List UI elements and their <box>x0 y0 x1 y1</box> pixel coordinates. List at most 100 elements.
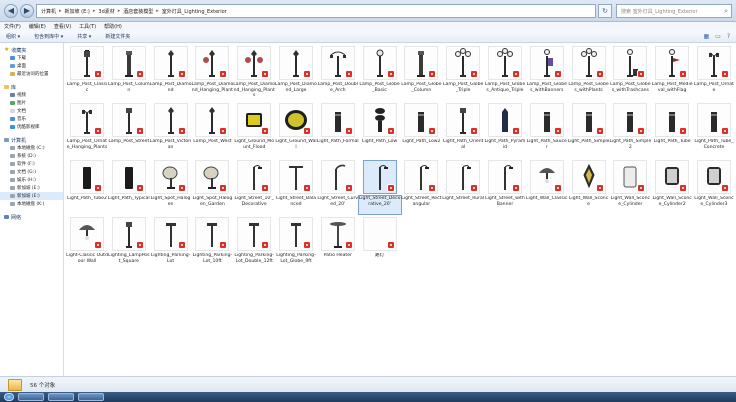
file-item[interactable]: Light_Path_Formal <box>317 102 359 159</box>
file-item[interactable]: Light_Path_Oriental <box>442 102 484 159</box>
file-item[interactable]: Light_Ground_Wall <box>275 102 317 159</box>
view-options-icon[interactable]: ▦ <box>703 33 709 40</box>
taskbar-item[interactable] <box>48 393 74 401</box>
file-item[interactable]: Lamp_Post_West <box>191 102 233 159</box>
preview-pane-icon[interactable]: ▭ <box>715 33 721 40</box>
sidebar-item-videos[interactable]: 视频 <box>0 91 63 99</box>
file-item[interactable]: Lamp_Post_Globes_Antique_Triple <box>484 45 526 102</box>
help-icon[interactable]: ? <box>727 33 730 40</box>
file-item[interactable]: Lamp_Post_Globe_Triple <box>442 45 484 102</box>
file-item[interactable]: Lamp_Post_Globes_withBanners <box>526 45 568 102</box>
include-in-library-button[interactable]: 包含到库中 ▾ <box>34 33 63 40</box>
file-item[interactable]: Light_Path_Saucer <box>526 102 568 159</box>
file-item[interactable]: Lamp_Post_Double_Arch <box>317 45 359 102</box>
file-item[interactable]: Lamp_Post_Diamond_Hanging_Plant <box>191 45 233 102</box>
file-item[interactable]: Lamp_Post_Globes_withTrashcans <box>609 45 651 102</box>
new-folder-button[interactable]: 新建文件夹 <box>105 33 130 40</box>
file-item[interactable]: Light_Path_Tube <box>651 102 693 159</box>
menu-file[interactable]: 文件(F) <box>4 23 21 30</box>
file-item[interactable]: Lamp_Post_Medieval_withFlag <box>651 45 693 102</box>
file-item[interactable]: Light_Path_Tube_Concrete <box>693 102 735 159</box>
sidebar-item-drive-e-selected[interactable]: 新加坡 (E:) <box>0 192 63 200</box>
file-item[interactable]: Lamp_Post_Diamond <box>150 45 192 102</box>
file-item[interactable]: Light_Path_Low <box>359 102 401 159</box>
sidebar-network[interactable]: 网络 <box>0 213 63 221</box>
file-item[interactable]: Light_Street_withBanner <box>484 159 526 216</box>
file-item[interactable]: Lighting_Parking-Lot_Globe_9ft <box>275 216 317 273</box>
file-item[interactable]: Light_Street_10'_Decorative <box>233 159 275 216</box>
sidebar-item-drive-h[interactable]: 娱乐 (H:) <box>0 176 63 184</box>
file-item[interactable]: Patio Heater <box>317 216 359 273</box>
file-item[interactable]: Light_Street_Rural <box>442 159 484 216</box>
file-item[interactable]: Lighting_Parking-Lot_Double_12ft <box>233 216 275 273</box>
breadcrumb-1[interactable]: 新加坡 (E:) <box>65 8 90 15</box>
file-item[interactable]: Lighting_LampPost_Square <box>108 216 150 273</box>
file-item[interactable]: Light_Wall_Sconce_Cylinder2 <box>651 159 693 216</box>
sidebar-computer[interactable]: 计算机 <box>0 136 63 144</box>
file-item[interactable]: Light_Path_Typical <box>108 159 150 216</box>
file-item[interactable]: Light_Street_Rectangular <box>400 159 442 216</box>
refresh-icon[interactable]: ↻ <box>598 4 612 18</box>
sidebar-item-pictures[interactable]: 图片 <box>0 99 63 107</box>
organize-button[interactable]: 组织 ▾ <box>6 33 20 40</box>
sidebar-item-desktop[interactable]: 桌面 <box>0 62 63 70</box>
address-bar[interactable]: 计算机 ▸ 新加坡 (E:) ▸ 3d素材 ▸ 酒店套装模型 ▸ 室外灯具_Li… <box>36 4 596 18</box>
file-item[interactable]: Light-Classic Outdoor Wall <box>66 216 108 273</box>
taskbar-item[interactable] <box>18 393 44 401</box>
sidebar-item-documents[interactable]: 文档 <box>0 107 63 115</box>
file-item[interactable]: Lamp_Post_Street <box>108 102 150 159</box>
sidebar-favorites[interactable]: ★ 收藏夹 <box>0 46 63 54</box>
menu-tools[interactable]: 工具(T) <box>79 23 96 30</box>
sidebar-item-drive-k[interactable]: 本地磁盘 (K:) <box>0 200 63 208</box>
file-item[interactable]: Light_Spot_Halogen_Garden <box>191 159 233 216</box>
sidebar-item-drive-e[interactable]: 新加坡 (E:) <box>0 184 63 192</box>
forward-button[interactable]: ▶ <box>20 4 34 18</box>
file-item[interactable]: Light_Street_Decorative_20' <box>357 159 402 216</box>
breadcrumb-2[interactable]: 3d素材 <box>98 8 114 15</box>
search-input[interactable]: 搜索 室外灯具_Lighting_Exterior ⌕ <box>616 4 732 18</box>
file-item[interactable]: Light_Path_Tube2 <box>66 159 108 216</box>
file-item[interactable]: Lamp_Post_Ornate_Hanging_Plants <box>66 102 108 159</box>
file-item[interactable]: Lighting_Parking-Lot <box>150 216 192 273</box>
breadcrumb-0[interactable]: 计算机 <box>41 8 56 15</box>
sidebar-item-recent[interactable]: 最近访问的位置 <box>0 70 63 78</box>
share-button[interactable]: 共享 ▾ <box>77 33 91 40</box>
file-item[interactable]: Lamp_Post_Globe_Basic <box>359 45 401 102</box>
sidebar-item-downloads[interactable]: 下载 <box>0 54 63 62</box>
file-item[interactable]: Lamp_Post_Classic <box>66 45 108 102</box>
file-item[interactable]: Light_Wall_Classic <box>526 159 568 216</box>
menu-view[interactable]: 查看(V) <box>54 23 71 30</box>
file-item[interactable]: Light_Street_Curved_20' <box>317 159 359 216</box>
file-item[interactable]: Lamp_Post_Diamond_Hanging_Plants <box>233 45 275 102</box>
menu-help[interactable]: 帮助(H) <box>104 23 122 30</box>
file-item[interactable]: Light_Ground_Mount_Flood <box>233 102 275 159</box>
sidebar-item-drive-c[interactable]: 本地磁盘 (C:) <box>0 144 63 152</box>
breadcrumb-4[interactable]: 室外灯具_Lighting_Exterior <box>162 8 227 15</box>
file-item[interactable]: Lamp_Post_Ornate <box>693 45 735 102</box>
sidebar-item-music[interactable]: 音乐 <box>0 115 63 123</box>
file-item[interactable]: Lamp_Post_Column <box>108 45 150 102</box>
file-item[interactable]: Lamp_Post_Diamond_Large <box>275 45 317 102</box>
file-item[interactable]: Lighting_Parking-Lot_10ft <box>191 216 233 273</box>
file-item[interactable]: Lamp_Post_Victorian <box>150 102 191 159</box>
file-item[interactable]: Light_Path_Pyramid <box>484 102 526 159</box>
file-item[interactable]: 路灯 <box>359 216 401 273</box>
file-item[interactable]: Light_Wall_Sconce <box>568 159 610 216</box>
menu-edit[interactable]: 编辑(E) <box>29 23 46 30</box>
breadcrumb-3[interactable]: 酒店套装模型 <box>123 8 153 15</box>
file-item[interactable]: Light_Path_Simple2 <box>609 102 651 159</box>
sidebar-libraries[interactable]: 库 <box>0 83 63 91</box>
sidebar-item-drive-f[interactable]: 软件 (F:) <box>0 160 63 168</box>
start-button[interactable] <box>4 393 14 401</box>
file-item[interactable]: Light_Wall_Sconce_Cylinder3 <box>693 159 735 216</box>
sidebar-item-youku[interactable]: 优酷影视库 <box>0 123 63 131</box>
file-item[interactable]: Lamp_Post_Globes_withPlants <box>568 45 610 102</box>
taskbar-item[interactable] <box>78 393 104 401</box>
sidebar-item-drive-g[interactable]: 文档 (G:) <box>0 168 63 176</box>
file-item[interactable]: Light_Path_Simple <box>568 102 609 159</box>
file-item[interactable]: Light_Wall_Sconce_Cylinder <box>609 159 651 216</box>
file-item[interactable]: Light_Spot_Halogen <box>150 159 192 216</box>
file-item[interactable]: Lamp_Post_Globe_Column <box>400 45 442 102</box>
sidebar-item-drive-d[interactable]: 系统 (D:) <box>0 152 63 160</box>
back-button[interactable]: ◀ <box>4 4 18 18</box>
